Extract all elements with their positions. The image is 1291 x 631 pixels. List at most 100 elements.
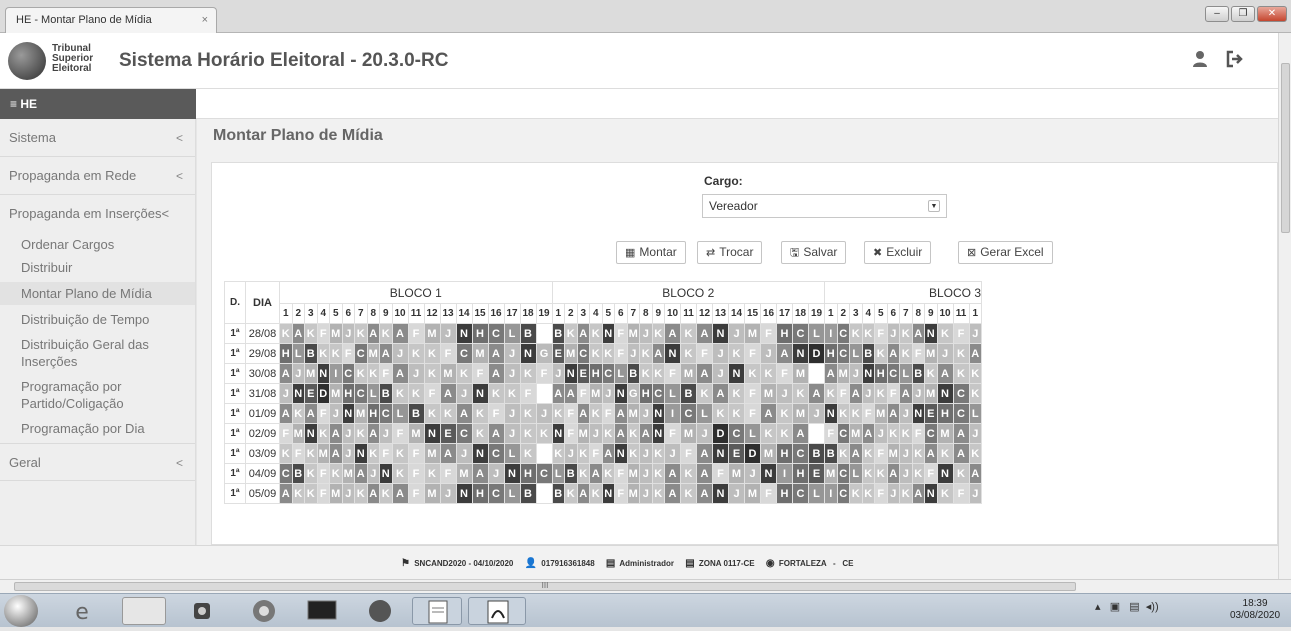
slot-cell[interactable]: K [874,343,888,364]
slot-cell[interactable]: C [952,403,970,424]
slot-cell[interactable]: K [279,323,293,344]
slot-cell[interactable]: K [439,403,457,424]
slot-cell[interactable]: J [439,323,457,344]
window-restore-button[interactable]: ❐ [1231,6,1255,22]
slot-cell[interactable]: M [744,483,761,504]
slot-cell[interactable]: M [471,343,489,364]
slot-cell[interactable]: K [874,463,888,484]
slot-cell[interactable] [808,363,825,384]
sidebar-subitem-programacao-por-dia[interactable]: Programação por Dia [0,417,195,440]
slot-cell[interactable]: B [626,363,640,384]
slot-cell[interactable]: N [471,443,489,464]
slot-cell[interactable]: N [379,463,393,484]
file-explorer-icon[interactable] [122,597,166,625]
slot-cell[interactable]: G [535,343,553,364]
slot-cell[interactable]: K [329,343,343,364]
slot-cell[interactable]: H [279,343,293,364]
slot-cell[interactable]: A [924,443,938,464]
slot-cell[interactable]: F [952,323,970,344]
slot-cell[interactable]: J [808,403,825,424]
slot-cell[interactable]: M [760,443,777,464]
slot-cell[interactable]: G [626,383,640,404]
slot-cell[interactable]: J [341,323,355,344]
slot-cell[interactable]: N [423,423,441,444]
slot-cell[interactable]: K [968,443,982,464]
slot-cell[interactable]: K [626,443,640,464]
slot-cell[interactable]: K [728,383,745,404]
slot-cell[interactable]: L [849,343,863,364]
slot-cell[interactable]: K [728,343,745,364]
slot-cell[interactable]: M [576,423,590,444]
slot-cell[interactable]: J [639,483,653,504]
slot-cell[interactable]: K [728,403,745,424]
slot-cell[interactable]: F [664,423,681,444]
app-icon[interactable] [190,597,214,625]
slot-cell[interactable]: M [589,383,603,404]
slot-cell[interactable]: K [849,403,863,424]
slot-cell[interactable]: F [407,443,425,464]
slot-cell[interactable]: K [680,323,697,344]
slot-cell[interactable]: F [576,383,590,404]
slot-cell[interactable]: J [279,383,293,404]
slot-cell[interactable]: K [651,483,665,504]
slot-cell[interactable]: L [808,323,825,344]
slot-cell[interactable] [535,483,553,504]
document-icon[interactable] [412,597,462,625]
slot-cell[interactable]: A [792,423,809,444]
slot-cell[interactable]: F [601,403,615,424]
slot-cell[interactable]: K [304,483,318,504]
slot-cell[interactable]: M [924,383,938,404]
sidebar-item-geral[interactable]: Geral < [0,443,195,481]
slot-cell[interactable]: M [304,363,318,384]
slot-cell[interactable]: A [899,383,913,404]
slot-cell[interactable]: K [589,403,603,424]
slot-cell[interactable]: A [776,343,793,364]
slot-cell[interactable]: A [439,443,457,464]
slot-cell[interactable]: A [487,343,505,364]
slot-cell[interactable]: K [564,483,578,504]
slot-cell[interactable]: J [503,423,521,444]
slot-cell[interactable]: J [874,423,888,444]
slot-cell[interactable]: K [576,463,590,484]
slot-cell[interactable]: F [924,463,938,484]
slot-cell[interactable] [808,423,825,444]
slot-cell[interactable]: A [329,443,343,464]
slot-cell[interactable]: L [744,423,761,444]
monitor-icon[interactable] [300,597,344,625]
slot-cell[interactable]: H [792,463,809,484]
slot-cell[interactable]: A [551,383,565,404]
slot-cell[interactable]: D [712,423,729,444]
slot-cell[interactable]: L [664,383,681,404]
slot-cell[interactable]: N [341,403,355,424]
slot-cell[interactable]: J [291,363,305,384]
slot-cell[interactable]: A [911,323,925,344]
slot-cell[interactable]: N [664,343,681,364]
slot-cell[interactable]: C [792,443,809,464]
slot-cell[interactable]: N [792,343,809,364]
slot-cell[interactable]: A [614,403,628,424]
slot-cell[interactable]: K [899,323,913,344]
logout-icon[interactable] [1226,50,1244,68]
slot-cell[interactable]: K [354,483,368,504]
slot-cell[interactable]: M [329,383,343,404]
slot-cell[interactable]: K [861,483,875,504]
slot-cell[interactable]: M [316,443,330,464]
slot-cell[interactable]: A [471,463,489,484]
slot-cell[interactable]: J [760,343,777,364]
slot-cell[interactable]: B [551,323,565,344]
slot-cell[interactable]: A [366,323,380,344]
slot-cell[interactable]: F [744,383,761,404]
slot-cell[interactable]: K [304,443,318,464]
media-plan-grid-container[interactable]: D. DIA BLOCO 1 BLOCO 2 BLOCO 3 123456789… [224,281,1277,544]
slot-cell[interactable]: A [886,463,900,484]
slot-cell[interactable]: M [836,363,850,384]
slot-cell[interactable]: A [329,423,343,444]
slot-cell[interactable]: M [824,463,838,484]
slot-cell[interactable]: J [968,483,982,504]
slot-cell[interactable]: C [455,343,473,364]
slot-cell[interactable]: C [836,463,850,484]
slot-cell[interactable]: N [614,383,628,404]
slot-cell[interactable]: K [776,423,793,444]
slot-cell[interactable]: M [291,423,305,444]
slot-cell[interactable]: K [626,423,640,444]
